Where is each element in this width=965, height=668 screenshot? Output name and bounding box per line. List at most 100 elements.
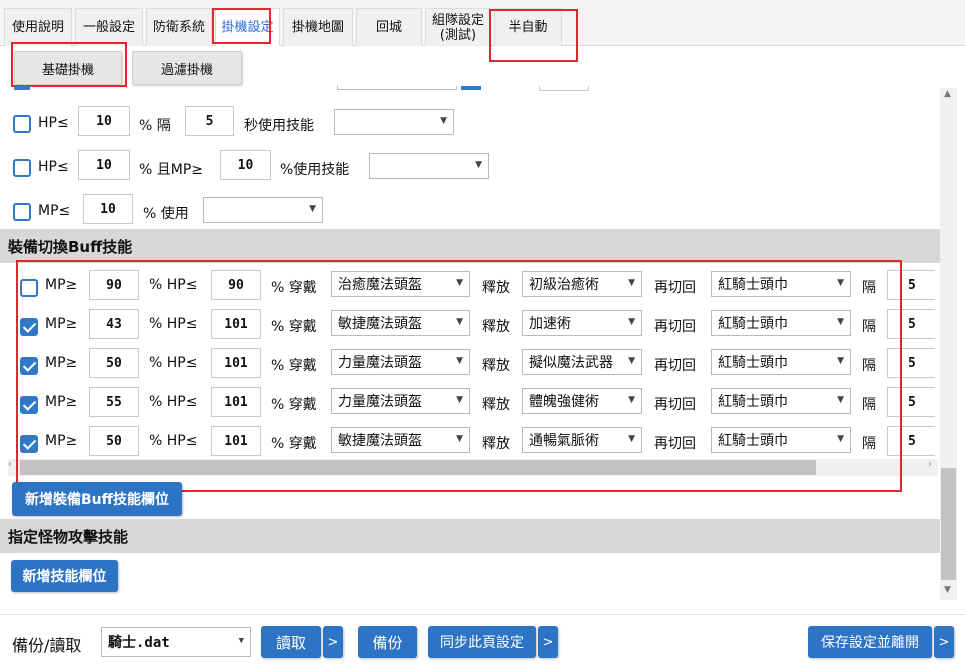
tab-auto-hunt-settings[interactable]: 掛機設定 xyxy=(215,8,280,46)
mp-label: MP≤ xyxy=(38,203,71,219)
hp-mp-skill-checkbox[interactable] xyxy=(13,159,31,177)
read-more-button[interactable]: > xyxy=(323,626,343,658)
interval-label: 隔 xyxy=(862,280,876,296)
chevron-down-icon: ▼ xyxy=(456,356,463,366)
wear-label: % 穿戴 xyxy=(271,436,317,452)
tab-defense[interactable]: 防衛系統 xyxy=(146,8,212,46)
select-value: 加速術 xyxy=(529,316,571,332)
skill-select[interactable]: ▼ xyxy=(369,153,489,179)
buff-skill-select[interactable]: 初級治癒術 ▼ xyxy=(522,271,642,297)
hp-percent-input[interactable]: 10 xyxy=(78,150,130,180)
select-value: 紅騎士頭巾 xyxy=(718,316,788,332)
add-equip-buff-button[interactable]: 新增裝備Buff技能欄位 xyxy=(12,482,182,516)
subtab-basic-hunt[interactable]: 基礎掛機 xyxy=(14,51,122,85)
mp-threshold-input[interactable]: 90 xyxy=(89,270,139,300)
scroll-left-icon[interactable]: ‹ xyxy=(8,459,12,470)
wear-equipment-select[interactable]: 力量魔法頭盔 ▼ xyxy=(331,349,470,375)
scrollbar-thumb[interactable] xyxy=(941,468,956,580)
tab-label-note: (測試) xyxy=(439,27,477,43)
tab-instructions[interactable]: 使用說明 xyxy=(4,8,72,46)
horizontal-scrollbar[interactable]: ‹ › xyxy=(8,459,938,476)
switch-back-select[interactable]: 紅騎士頭巾 ▼ xyxy=(711,388,851,414)
hp-threshold-input[interactable]: 90 xyxy=(211,270,261,300)
mp-threshold-input[interactable]: 50 xyxy=(89,426,139,456)
buff-skill-select[interactable]: 加速術 ▼ xyxy=(522,310,642,336)
tab-label: 掛機地圖 xyxy=(291,20,344,35)
interval-input[interactable]: 5 xyxy=(887,387,935,417)
hp-threshold-input[interactable]: 101 xyxy=(211,348,261,378)
scrollbar-thumb[interactable] xyxy=(20,460,816,475)
interval-input[interactable]: 5 xyxy=(887,348,935,378)
mp-threshold-input[interactable]: 50 xyxy=(89,348,139,378)
hp-threshold-input[interactable]: 101 xyxy=(211,309,261,339)
tab-hunt-map[interactable]: 掛機地圖 xyxy=(283,8,353,46)
backup-button[interactable]: 備份 xyxy=(358,626,417,658)
scroll-right-icon[interactable]: › xyxy=(928,459,932,470)
read-button[interactable]: 讀取 xyxy=(261,626,321,658)
vertical-scrollbar[interactable]: ▲ ▼ xyxy=(940,88,957,600)
skill-select[interactable]: ▼ xyxy=(334,109,454,135)
interval-input[interactable]: 5 xyxy=(887,309,935,339)
item-select[interactable]: ▼ xyxy=(203,197,323,223)
hp-skill-checkbox[interactable] xyxy=(13,115,31,133)
backup-file-select[interactable]: 騎士.dat ▼ xyxy=(101,627,251,657)
interval-input[interactable]: 5 xyxy=(887,270,935,300)
mp-label: MP≥ xyxy=(45,277,78,293)
switch-back-select[interactable]: 紅騎士頭巾 ▼ xyxy=(711,271,851,297)
hp-threshold-input[interactable]: 101 xyxy=(211,387,261,417)
chevron-down-icon: ▼ xyxy=(475,160,482,170)
subtab-filter-hunt[interactable]: 過濾掛機 xyxy=(132,51,242,85)
hp-label: % HP≤ xyxy=(149,277,198,293)
save-and-exit-button[interactable]: 保存設定並離開 xyxy=(808,626,932,658)
tab-bar: 使用說明 一般設定 防衛系統 掛機設定 掛機地圖 回城 組隊設定 (測試) 半自… xyxy=(0,0,965,46)
save-more-button[interactable]: > xyxy=(934,626,954,658)
mp-use-checkbox[interactable] xyxy=(13,203,31,221)
backup-file-value: 騎士.dat xyxy=(108,635,170,651)
sync-more-button[interactable]: > xyxy=(538,626,558,658)
wear-equipment-select[interactable]: 敏捷魔法頭盔 ▼ xyxy=(331,427,470,453)
mp-threshold-input[interactable]: 43 xyxy=(89,309,139,339)
switch-back-label: 再切回 xyxy=(654,280,696,296)
hp-label: % HP≤ xyxy=(149,355,198,371)
chevron-down-icon: ▼ xyxy=(837,395,844,405)
interval-input[interactable]: 5 xyxy=(887,426,935,456)
mp-percent-input[interactable]: 10 xyxy=(83,194,133,224)
switch-back-select[interactable]: 紅騎士頭巾 ▼ xyxy=(711,349,851,375)
release-label: 釋放 xyxy=(482,319,510,335)
mp-threshold-input[interactable]: 55 xyxy=(89,387,139,417)
mp-percent-input[interactable]: 10 xyxy=(220,150,271,180)
scroll-up-icon[interactable]: ▲ xyxy=(944,89,951,99)
buff-row-checkbox[interactable] xyxy=(20,279,38,297)
buff-row-checkbox[interactable] xyxy=(20,318,38,336)
buff-row-checkbox[interactable] xyxy=(20,396,38,414)
select-value: 力量魔法頭盔 xyxy=(338,394,422,410)
buff-row-checkbox[interactable] xyxy=(20,357,38,375)
tab-label: 防衛系統 xyxy=(152,20,205,35)
chevron-down-icon: ▼ xyxy=(837,434,844,444)
hp-percent-input[interactable]: 10 xyxy=(78,106,130,136)
buff-skill-select[interactable]: 擬似魔法武器 ▼ xyxy=(522,349,642,375)
buff-row-checkbox[interactable] xyxy=(20,435,38,453)
mp-label: MP≥ xyxy=(45,316,78,332)
tab-general[interactable]: 一般設定 xyxy=(75,8,143,46)
scroll-down-icon[interactable]: ▼ xyxy=(944,585,951,595)
select-value: 紅騎士頭巾 xyxy=(718,277,788,293)
buff-skill-select[interactable]: 體魄強健術 ▼ xyxy=(522,388,642,414)
tab-return-town[interactable]: 回城 xyxy=(356,8,422,46)
tab-semi-auto[interactable]: 半自動 xyxy=(494,8,562,46)
hp-threshold-input[interactable]: 101 xyxy=(211,426,261,456)
switch-back-label: 再切回 xyxy=(654,436,696,452)
wear-equipment-select[interactable]: 敏捷魔法頭盔 ▼ xyxy=(331,310,470,336)
wear-equipment-select[interactable]: 力量魔法頭盔 ▼ xyxy=(331,388,470,414)
buff-skill-select[interactable]: 通暢氣脈術 ▼ xyxy=(522,427,642,453)
mp-label: MP≥ xyxy=(45,394,78,410)
tab-party[interactable]: 組隊設定 (測試) xyxy=(425,8,491,46)
backup-load-label: 備份/讀取 xyxy=(12,636,82,655)
sync-page-button[interactable]: 同步此頁設定 xyxy=(428,626,536,658)
switch-back-select[interactable]: 紅騎士頭巾 ▼ xyxy=(711,310,851,336)
chevron-down-icon: ▼ xyxy=(837,317,844,327)
add-skill-button[interactable]: 新增技能欄位 xyxy=(11,560,118,592)
switch-back-select[interactable]: 紅騎士頭巾 ▼ xyxy=(711,427,851,453)
seconds-input[interactable]: 5 xyxy=(185,106,234,136)
wear-equipment-select[interactable]: 治癒魔法頭盔 ▼ xyxy=(331,271,470,297)
